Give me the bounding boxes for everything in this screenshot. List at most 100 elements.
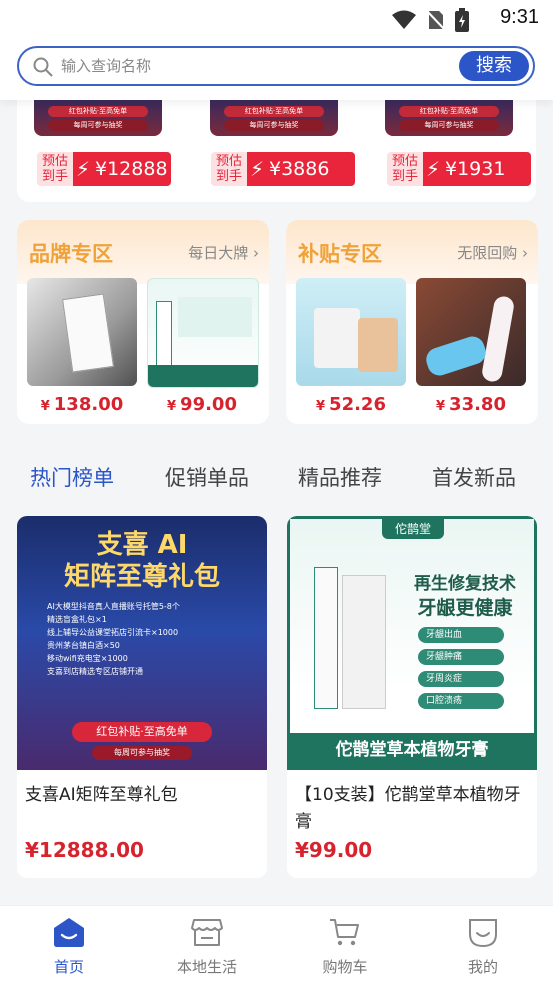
zone-title: 补贴专区 xyxy=(298,242,382,266)
banner-line: 贵州茅台镇白酒×50 xyxy=(47,641,120,650)
estimated-label: 预估到手 xyxy=(387,152,423,186)
nav-local-life[interactable]: 本地生活 xyxy=(138,906,276,984)
product-price: ¥99.00 xyxy=(295,838,373,862)
zone-more-label: 每日大牌 xyxy=(188,244,249,262)
search-input[interactable] xyxy=(61,54,441,78)
estimated-price-tag[interactable]: 预估到手 ⚡ ¥1931 xyxy=(387,152,531,186)
nav-profile[interactable]: 我的 xyxy=(414,906,552,984)
estimated-price: ¥3886 xyxy=(267,152,355,186)
promo-pill: 红包补贴·至高免单 xyxy=(48,106,148,117)
estimated-label: 预估到手 xyxy=(211,152,247,186)
zone-more-link[interactable]: 每日大牌 › xyxy=(188,242,259,263)
promo-pill-sub: 每周可参与抽奖 xyxy=(48,120,148,131)
product-image: 支喜 AI 矩阵至尊礼包 AI大模型抖音真人直播账号托管5-8个 精选盲盒礼包×… xyxy=(17,516,267,770)
estimated-price-tag[interactable]: 预估到手 ⚡ ¥12888 xyxy=(37,152,171,186)
product-price: ¥99.00 xyxy=(147,394,257,415)
bottom-nav: 首页 本地生活 购物车 我的 xyxy=(0,905,553,984)
feature-list: 牙龈出血 牙龈肿痛 牙周炎症 口腔溃疡 xyxy=(418,627,504,715)
nav-home[interactable]: 首页 xyxy=(0,906,138,984)
product-price: ¥52.26 xyxy=(296,394,406,415)
promo-image[interactable]: 红包补贴·至高免单 每周可参与抽奖 xyxy=(385,100,513,136)
product-thumbnail[interactable] xyxy=(296,278,406,386)
promo-pill: 红包补贴·至高免单 xyxy=(224,106,324,117)
product-card[interactable]: 支喜 AI 矩阵至尊礼包 AI大模型抖音真人直播账号托管5-8个 精选盲盒礼包×… xyxy=(17,516,267,878)
currency-symbol: ¥ xyxy=(40,399,50,414)
nav-label: 我的 xyxy=(467,958,498,976)
tab-recommended[interactable]: 精品推荐 xyxy=(298,462,382,492)
product-price: ¥12888.00 xyxy=(25,838,144,862)
product-title: 支喜AI矩阵至尊礼包 xyxy=(25,785,178,805)
currency-symbol: ¥ xyxy=(316,399,326,414)
subsidy-zone-card[interactable]: 补贴专区 无限回购 › ¥52.26 ¥33.80 xyxy=(286,220,538,424)
chevron-right-icon: › xyxy=(253,244,259,262)
brand-zone-card[interactable]: 品牌专区 每日大牌 › ¥138.00 ¥99.00 xyxy=(17,220,269,424)
feature-tag: 口腔溃疡 xyxy=(418,693,504,709)
search-button[interactable]: 搜索 xyxy=(459,51,529,81)
banner-slogan: 牙龈更健康 xyxy=(417,597,513,619)
feature-tag: 牙龈出血 xyxy=(418,627,504,643)
promo-image[interactable]: 红包补贴·至高免单 每周可参与抽奖 xyxy=(210,100,338,136)
banner-subnote: 每周可参与抽奖 xyxy=(92,746,192,760)
estimated-price: ¥1931 xyxy=(443,152,531,186)
estimated-label: 预估到手 xyxy=(37,152,73,186)
top-promo-strip: 红包补贴·至高免单 每周可参与抽奖 红包补贴·至高免单 每周可参与抽奖 红包补贴… xyxy=(17,100,536,202)
product-card[interactable]: 佗鹊堂 再生修复技术 牙龈更健康 牙龈出血 牙龈肿痛 牙周炎症 口腔溃疡 佗鹊堂… xyxy=(287,516,537,878)
toothpaste-tube xyxy=(314,567,338,709)
zone-title: 品牌专区 xyxy=(29,242,113,266)
status-icons xyxy=(391,8,469,32)
banner-line: 线上辅导公益课堂拓店引流卡×1000 xyxy=(47,628,179,637)
currency-symbol: ¥ xyxy=(436,399,446,414)
banner-brand: 佗鹊堂 xyxy=(382,519,444,539)
status-bar: 9:31 xyxy=(0,0,553,38)
feature-tag: 牙周炎症 xyxy=(418,671,504,687)
lightning-icon: ⚡ xyxy=(73,152,93,186)
product-thumbnail[interactable] xyxy=(416,278,526,386)
banner-button: 红包补贴·至高免单 xyxy=(72,722,212,742)
tab-promotions[interactable]: 促销单品 xyxy=(165,462,249,492)
lightning-icon: ⚡ xyxy=(423,152,443,186)
chevron-right-icon: › xyxy=(522,244,528,262)
profile-icon xyxy=(469,919,497,948)
banner-line: 移动wifi充电宝×1000 xyxy=(47,654,128,663)
banner-subtitle: 矩阵至尊礼包 xyxy=(63,562,220,592)
product-thumbnail[interactable] xyxy=(27,278,137,386)
nav-cart[interactable]: 购物车 xyxy=(276,906,414,984)
banner-line: 精选盲盒礼包×1 xyxy=(47,615,107,624)
toothpaste-box xyxy=(342,575,386,709)
promo-pill-sub: 每周可参与抽奖 xyxy=(224,120,324,131)
estimated-price: ¥12888 xyxy=(93,152,171,186)
banner-line: AI大模型抖音真人直播账号托管5-8个 xyxy=(47,602,180,611)
battery-icon xyxy=(455,8,469,32)
banner-footer: 佗鹊堂草本植物牙膏 xyxy=(290,733,534,767)
banner-lines: AI大模型抖音真人直播账号托管5-8个 精选盲盒礼包×1 线上辅导公益课堂拓店引… xyxy=(47,600,237,678)
price-value: 99.00 xyxy=(180,394,237,415)
product-image: 佗鹊堂 再生修复技术 牙龈更健康 牙龈出血 牙龈肿痛 牙周炎症 口腔溃疡 佗鹊堂… xyxy=(287,516,537,770)
price-value: 138.00 xyxy=(53,394,124,415)
banner-line: 支喜到店精选专区店铺开通 xyxy=(47,667,143,676)
zone-more-label: 无限回购 xyxy=(457,244,518,262)
no-sim-icon xyxy=(427,10,445,31)
tab-new-arrivals[interactable]: 首发新品 xyxy=(432,462,516,492)
banner-slogan: 再生修复技术 xyxy=(414,574,516,594)
store-icon xyxy=(191,919,223,946)
promo-image[interactable]: 红包补贴·至高免单 每周可参与抽奖 xyxy=(34,100,162,136)
promo-pill-sub: 每周可参与抽奖 xyxy=(399,120,499,131)
search-box[interactable]: 搜索 xyxy=(17,46,535,86)
price-value: 52.26 xyxy=(329,394,386,415)
promo-pill: 红包补贴·至高免单 xyxy=(399,106,499,117)
product-thumbnail[interactable] xyxy=(147,278,259,388)
tab-hot-list[interactable]: 热门榜单 xyxy=(30,462,114,492)
nav-label: 首页 xyxy=(53,958,84,976)
price-value: 33.80 xyxy=(449,394,506,415)
search-icon xyxy=(33,57,53,77)
cart-icon xyxy=(330,919,359,946)
estimated-price-tag[interactable]: 预估到手 ⚡ ¥3886 xyxy=(211,152,355,186)
home-icon xyxy=(54,918,84,947)
feature-tag: 牙龈肿痛 xyxy=(418,649,504,665)
nav-label: 本地生活 xyxy=(176,958,237,976)
product-price: ¥138.00 xyxy=(27,394,137,415)
product-title: 【10支装】佗鹊堂草本植物牙膏 xyxy=(295,785,521,832)
currency-symbol: ¥ xyxy=(167,399,177,414)
zone-more-link[interactable]: 无限回购 › xyxy=(457,242,528,263)
nav-label: 购物车 xyxy=(322,958,368,976)
